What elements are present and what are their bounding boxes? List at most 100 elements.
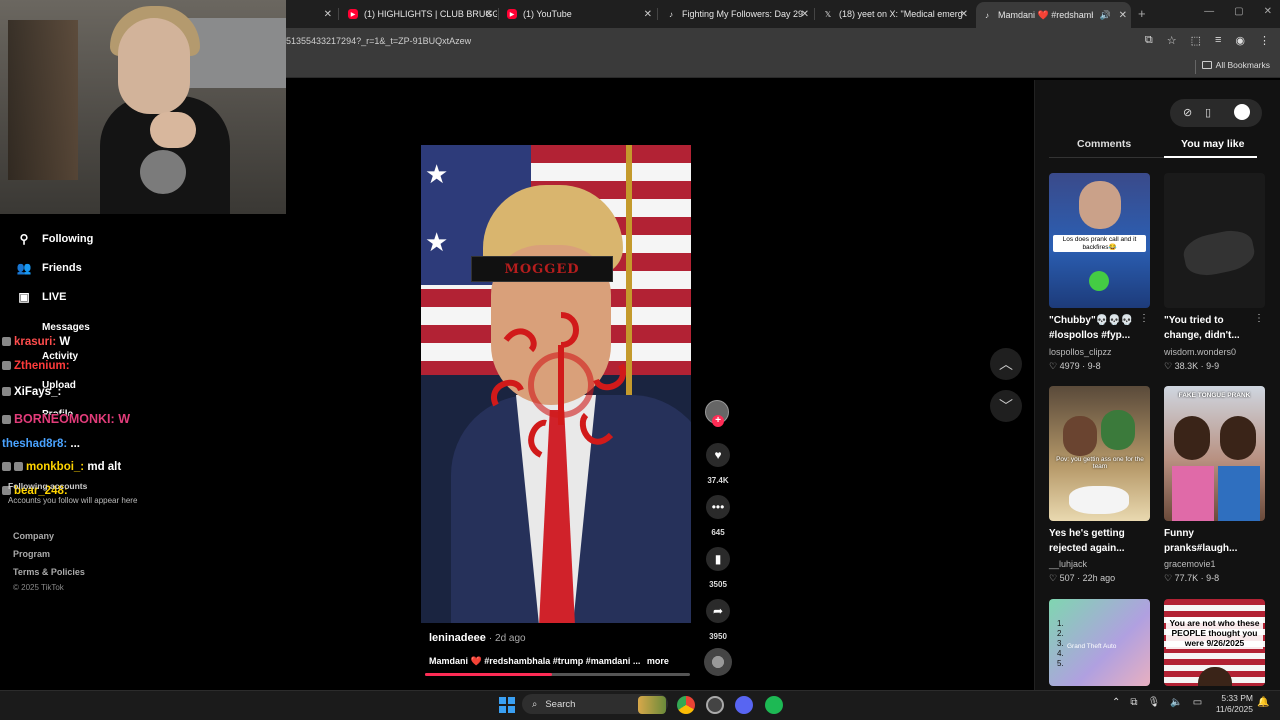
follow-plus-button[interactable]: + xyxy=(712,415,724,427)
close-icon[interactable]: ✕ xyxy=(485,9,493,20)
close-window-icon[interactable]: ✕ xyxy=(1264,6,1272,17)
video-title[interactable]: "You tried to change, didn't... xyxy=(1164,313,1264,343)
music-disc-icon[interactable] xyxy=(704,648,732,676)
network-icon[interactable]: ⧉ xyxy=(1130,697,1137,708)
save-count: 3505 xyxy=(709,580,727,589)
microphone-icon[interactable]: 🎙 xyxy=(1148,697,1161,708)
bookmark-icon[interactable]: ▮ xyxy=(706,547,730,571)
video-title[interactable]: Funny pranks#laugh... xyxy=(1164,526,1264,556)
video-thumbnail[interactable] xyxy=(1164,173,1265,308)
menu-icon[interactable]: ⋮ xyxy=(1259,34,1270,47)
video-progress-fill xyxy=(425,673,553,676)
close-icon[interactable]: ✕ xyxy=(324,9,332,20)
footer-company[interactable]: Company xyxy=(13,531,54,541)
chat-message: BORNEOMONKI: W xyxy=(2,412,130,426)
media-icon[interactable]: ≡ xyxy=(1215,34,1221,47)
tray-chevron-up-icon[interactable]: ⌃ xyxy=(1112,697,1120,708)
video-thumbnail[interactable]: Los does prank call and it backfires😂 xyxy=(1049,173,1150,308)
video-author[interactable]: __luhjack xyxy=(1049,559,1087,569)
streamer-webcam xyxy=(0,0,286,214)
all-bookmarks-button[interactable]: All Bookmarks xyxy=(1201,60,1270,70)
video-caption: Mamdani ❤️ #redshambhala #trump #mamdani… xyxy=(429,656,669,666)
taskbar-clock[interactable]: 5:33 PM 11/6/2025 xyxy=(1213,693,1253,715)
monitor-icon[interactable]: ▭ xyxy=(1193,697,1202,708)
video-thumbnail[interactable]: FAKE TONGUE PRANK xyxy=(1164,386,1265,521)
bookmark-star-icon[interactable]: ☆ xyxy=(1167,34,1177,47)
window-controls: — ▢ ✕ xyxy=(1204,6,1272,17)
footer-program[interactable]: Program xyxy=(13,549,50,559)
video-thumbnail[interactable]: Pov: you gettin ass one for the team xyxy=(1049,386,1150,521)
next-video-chevron-down-icon[interactable]: ﹀ xyxy=(990,390,1022,422)
minimize-icon[interactable]: — xyxy=(1204,6,1214,17)
compass-icon[interactable]: ⊘ xyxy=(1183,106,1192,119)
tab-highlights[interactable]: ▶ (1) HIGHLIGHTS | CLUB BRUGG ✕ xyxy=(342,4,497,24)
red-squiggle-overlay xyxy=(491,312,626,458)
like-heart-icon[interactable]: ♥ xyxy=(706,443,730,467)
video-author[interactable]: leninadeee · 2d ago xyxy=(429,632,526,644)
live-icon: ▣ xyxy=(18,290,30,304)
tab-title: Fighting My Followers: Day 29 xyxy=(682,9,804,19)
spotify-icon[interactable] xyxy=(765,696,783,714)
toolbar-icons: ⧉ ☆ ⬚ ≡ ◉ ⋮ xyxy=(1145,34,1270,47)
video-title[interactable]: "Chubby"💀💀💀 #lospollos #fyp... xyxy=(1049,313,1149,343)
video-thumbnail[interactable]: 1. 2. 3. 4. 5. Grand Theft Auto xyxy=(1049,599,1150,686)
more-options-icon[interactable]: ⋮ xyxy=(1139,313,1149,324)
cast-icon[interactable]: ⧉ xyxy=(1145,34,1153,47)
footer-terms[interactable]: Terms & Policies xyxy=(13,567,85,577)
comment-icon[interactable]: ••• xyxy=(706,495,730,519)
share-icon[interactable]: ➦ xyxy=(706,599,730,623)
tab-partial[interactable]: ✕ xyxy=(296,4,336,24)
close-icon[interactable]: ✕ xyxy=(801,9,809,20)
phone-icon[interactable]: ▯ xyxy=(1205,106,1211,119)
tab-yeet-x[interactable]: 𝕏 (18) yeet on X: "Medical emerg ✕ xyxy=(817,4,972,24)
windows-start-icon[interactable] xyxy=(499,697,515,713)
more-button[interactable]: more xyxy=(647,656,669,666)
video-author[interactable]: gracemovie1 xyxy=(1164,559,1216,569)
footer-copyright: © 2025 TikTok xyxy=(13,583,64,592)
volume-icon[interactable]: 🔈 xyxy=(1170,697,1182,708)
extensions-icon[interactable]: ⬚ xyxy=(1191,34,1201,47)
tab-mamdani-active[interactable]: ♪ Mamdani ❤️ #redshambha 🔊 ✕ xyxy=(976,2,1131,28)
nav-messages[interactable]: Messages xyxy=(42,322,90,333)
close-icon[interactable]: ✕ xyxy=(1119,10,1127,21)
nav-friends[interactable]: 👥 Friends xyxy=(16,261,82,275)
following-accounts-subtitle: Accounts you follow will appear here xyxy=(8,496,138,505)
close-icon[interactable]: ✕ xyxy=(644,9,652,20)
friends-icon: 👥 xyxy=(16,261,32,275)
chat-message: Zthenium: xyxy=(2,360,70,372)
tab-title: (1) HIGHLIGHTS | CLUB BRUGG xyxy=(364,9,497,19)
chrome-icon[interactable] xyxy=(677,696,695,714)
tab-you-may-like[interactable]: You may like xyxy=(1181,138,1244,150)
video-player[interactable]: ★ ★ MOGGED xyxy=(421,145,691,623)
notification-bell-icon[interactable]: 🔔 xyxy=(1257,697,1269,708)
nav-following[interactable]: ⚲ Following xyxy=(16,232,94,246)
tiktok-sidebar: ⚲ Following 👥 Friends ▣ LIVE Messages Ac… xyxy=(0,214,286,690)
more-options-icon[interactable]: ⋮ xyxy=(1254,313,1264,324)
toggle-switch[interactable] xyxy=(1234,104,1250,120)
video-stats: ♡ 507 · 22h ago xyxy=(1049,573,1116,583)
video-progress-bar[interactable] xyxy=(425,673,690,676)
like-count: 37.4K xyxy=(707,476,729,485)
new-tab-button[interactable]: + xyxy=(1138,6,1146,21)
speaker-icon[interactable]: 🔊 xyxy=(1100,10,1111,21)
video-author[interactable]: wisdom.wonders0 xyxy=(1164,347,1236,357)
widget-icon[interactable] xyxy=(638,696,666,714)
nav-live[interactable]: ▣ LIVE xyxy=(16,290,66,304)
maximize-icon[interactable]: ▢ xyxy=(1234,6,1243,17)
video-title[interactable]: Yes he's getting rejected again... xyxy=(1049,526,1149,556)
folder-icon xyxy=(1201,61,1212,69)
profile-avatar-icon[interactable]: ◉ xyxy=(1235,34,1245,47)
share-count: 3950 xyxy=(709,632,727,641)
tiktok-icon: ♪ xyxy=(669,9,673,19)
close-icon[interactable]: ✕ xyxy=(960,9,968,20)
screen: ✕ ▶ (1) HIGHLIGHTS | CLUB BRUGG ✕ ▶ (1) … xyxy=(0,0,1280,720)
tab-fighting-followers[interactable]: ♪ Fighting My Followers: Day 29 ✕ xyxy=(660,4,813,24)
tab-comments[interactable]: Comments xyxy=(1077,138,1131,150)
video-author[interactable]: lospollos_clipzz xyxy=(1049,347,1112,357)
video-thumbnail[interactable]: You are not who these PEOPLE thought you… xyxy=(1164,599,1265,686)
discord-icon[interactable] xyxy=(735,696,753,714)
tab-youtube[interactable]: ▶ (1) YouTube ✕ xyxy=(501,4,656,24)
previous-video-chevron-up-icon[interactable]: ︿ xyxy=(990,348,1022,380)
url-field[interactable]: 51355433217294?_r=1&_t=ZP-91BUQxtAzew xyxy=(286,36,471,46)
app-icon[interactable] xyxy=(706,696,724,714)
